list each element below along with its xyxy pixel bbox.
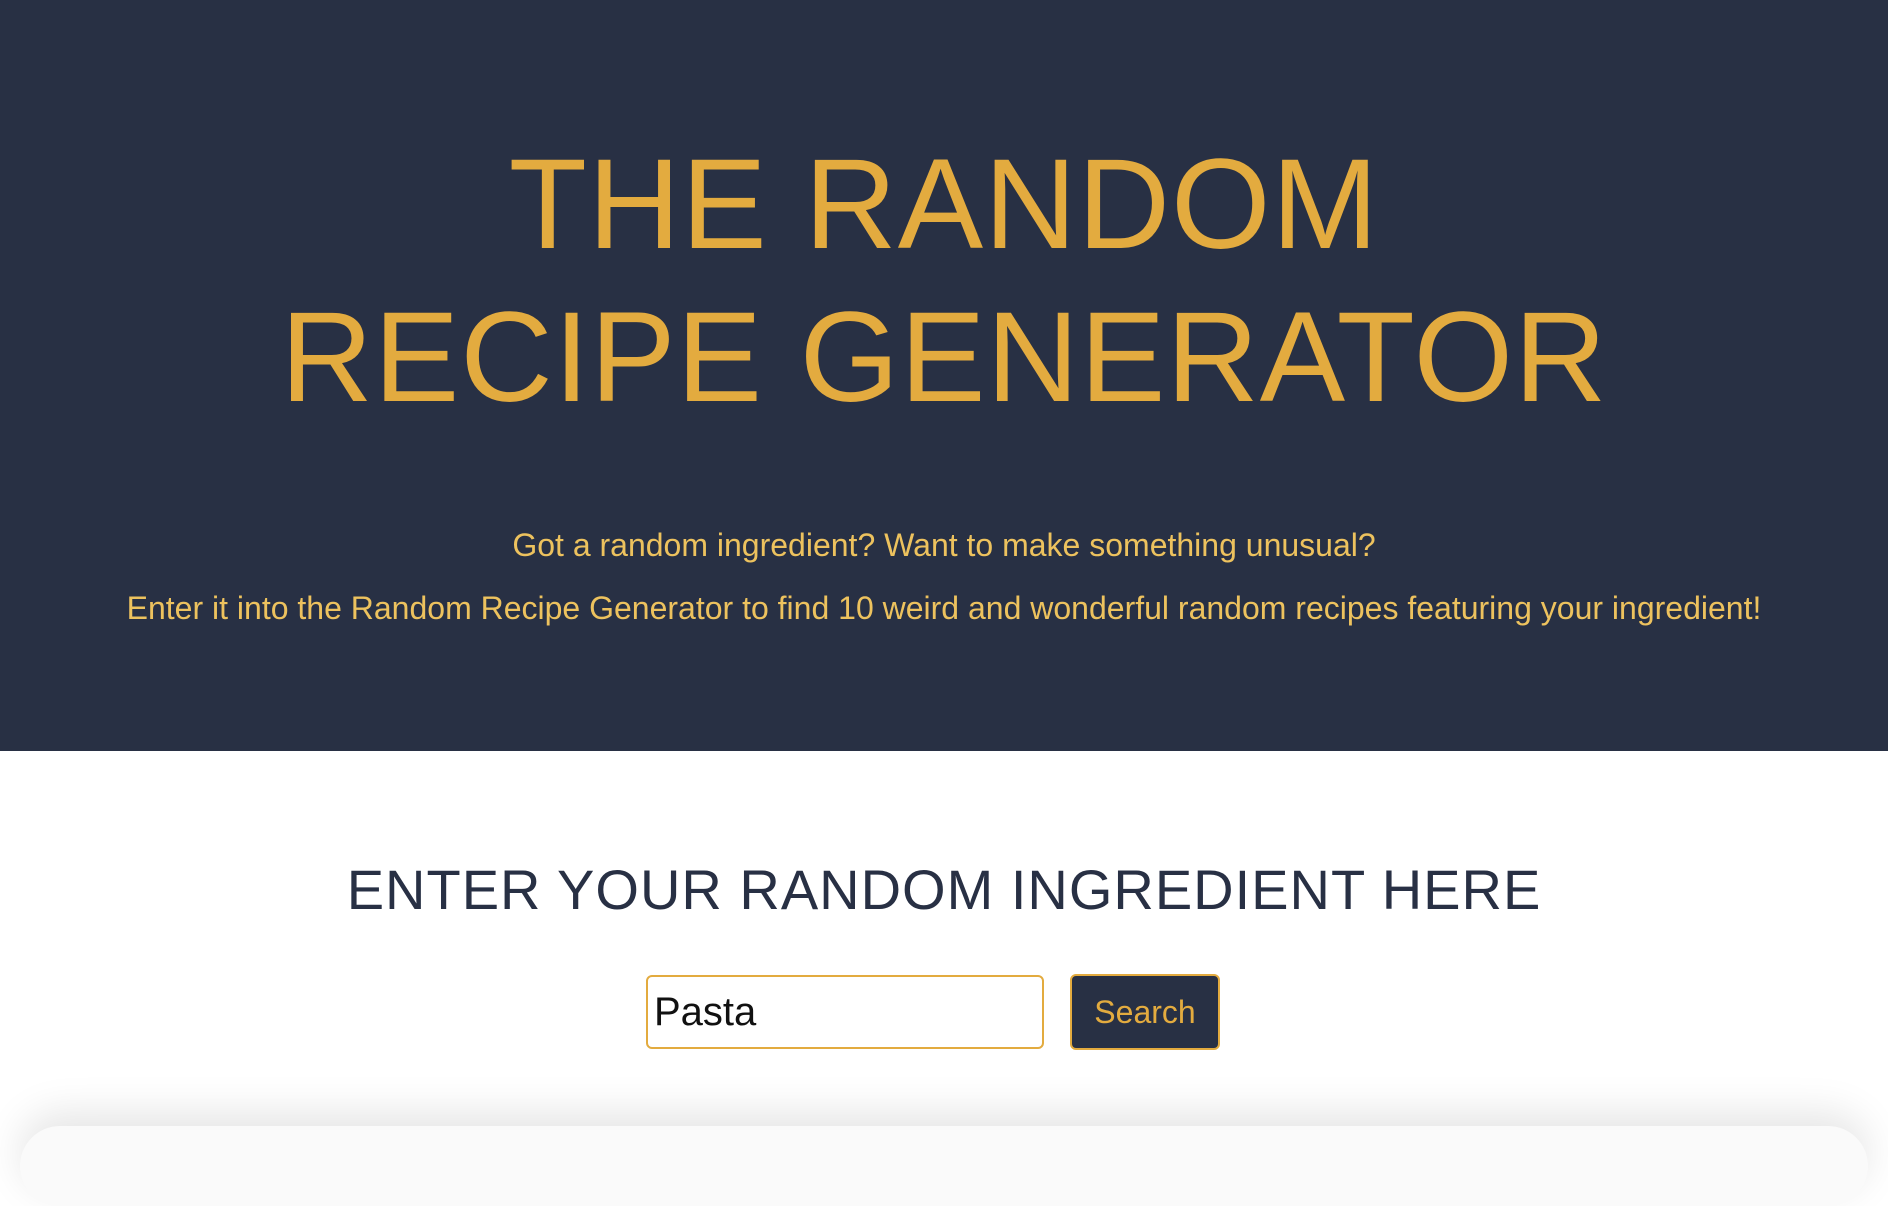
ingredient-search-input[interactable] [646,975,1044,1049]
page-title: THE RANDOM RECIPE GENERATOR [0,128,1888,434]
search-heading: ENTER YOUR RANDOM INGREDIENT HERE [346,858,1542,921]
hero-subtitle-line-1: Got a random ingredient? Want to make so… [512,527,1376,563]
search-section: ENTER YOUR RANDOM INGREDIENT HERE Search [0,751,1888,1206]
page-title-line-2: RECIPE GENERATOR [280,286,1608,429]
page-title-line-1: THE RANDOM [508,133,1380,276]
search-button[interactable]: Search [1070,974,1220,1050]
results-container [20,1126,1868,1206]
hero-subtitle-line-2: Enter it into the Random Recipe Generato… [126,590,1762,626]
hero-banner: THE RANDOM RECIPE GENERATOR Got a random… [0,0,1888,751]
